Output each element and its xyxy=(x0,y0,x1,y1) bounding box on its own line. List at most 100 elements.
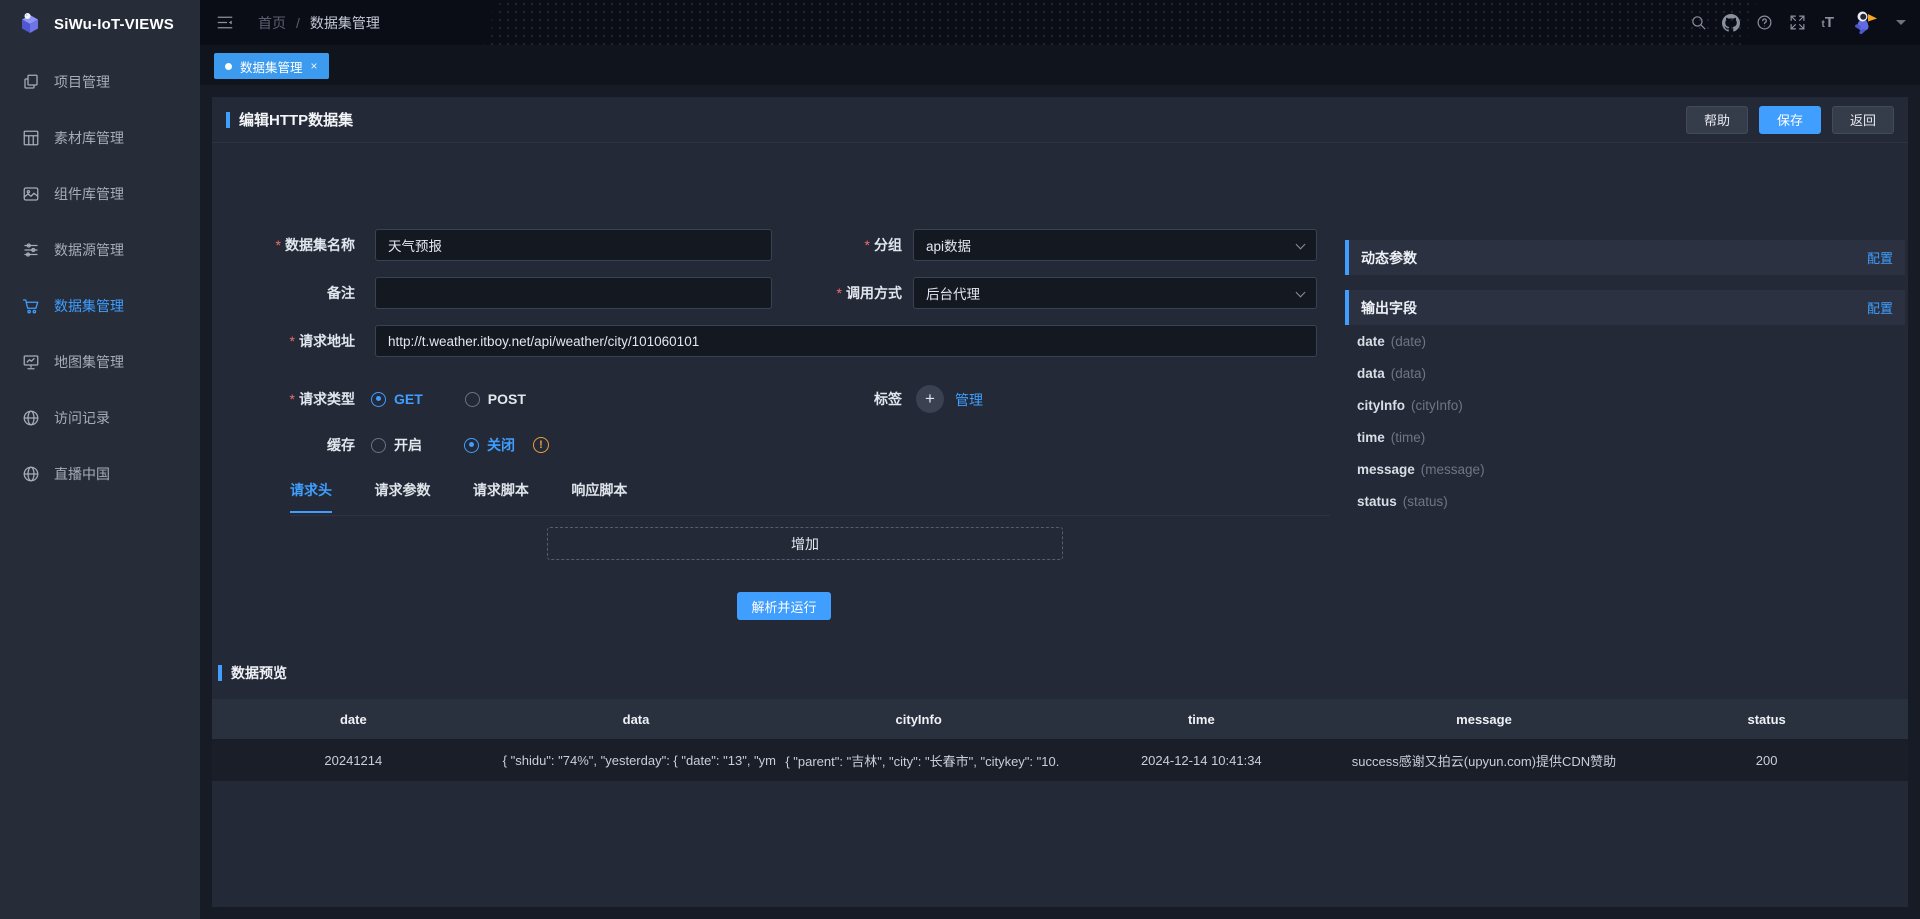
output-field-status: status (status) xyxy=(1357,485,1897,517)
output-fields-header: 输出字段 配置 xyxy=(1345,290,1905,325)
request-subtabs: 请求头 请求参数 请求脚本 响应脚本 xyxy=(290,480,1330,516)
fullscreen-icon[interactable] xyxy=(1788,14,1806,32)
tab-dataset-mgmt[interactable]: 数据集管理 × xyxy=(214,53,329,79)
sidebar-item-label: 组件库管理 xyxy=(54,184,124,204)
group-label: *分组 xyxy=(759,229,902,261)
sidebar-item-component-lib[interactable]: 组件库管理 xyxy=(0,166,200,222)
invoke-mode-label: *调用方式 xyxy=(759,277,902,309)
radio-cache-on[interactable] xyxy=(371,438,386,453)
search-icon[interactable] xyxy=(1689,14,1707,32)
group-select[interactable]: api数据 xyxy=(913,229,1317,261)
form-area: *数据集名称 *分组 api数据 备注 *调用方式 后台代理 xyxy=(212,143,1908,907)
output-field-message: message (message) xyxy=(1357,453,1897,485)
sidebar-item-dataset-mgmt[interactable]: 数据集管理 xyxy=(0,278,200,334)
title-accent-bar xyxy=(218,665,222,681)
cell-data: { "shidu": "74%", "yesterday": { "date":… xyxy=(495,753,778,768)
sidebar-item-live-china[interactable]: 直播中国 xyxy=(0,446,200,502)
remark-input[interactable] xyxy=(375,277,772,309)
sidebar-item-visit-log[interactable]: 访问记录 xyxy=(0,390,200,446)
output-fields-config-link[interactable]: 配置 xyxy=(1867,298,1893,317)
sidebar-item-project-mgmt[interactable]: 项目管理 xyxy=(0,54,200,110)
sidebar-item-material-lib[interactable]: 素材库管理 xyxy=(0,110,200,166)
help-icon[interactable] xyxy=(1755,14,1773,32)
title-accent-bar xyxy=(226,112,230,128)
collapse-sidebar-icon[interactable] xyxy=(216,14,234,32)
save-button[interactable]: 保存 xyxy=(1759,106,1821,134)
breadcrumb-current: 数据集管理 xyxy=(310,13,380,33)
card-header: 编辑HTTP数据集 帮助 保存 返回 xyxy=(212,97,1908,143)
required-asterisk: * xyxy=(290,333,295,349)
active-dot xyxy=(225,63,232,70)
header-actions: tT xyxy=(1689,0,1906,45)
parse-run-button[interactable]: 解析并运行 xyxy=(737,592,831,620)
required-asterisk: * xyxy=(276,237,281,253)
subtab-response-script[interactable]: 响应脚本 xyxy=(571,480,627,511)
radio-cache-off[interactable] xyxy=(464,438,479,453)
col-cityinfo: cityInfo xyxy=(777,712,1060,727)
avatar[interactable] xyxy=(1849,8,1879,38)
radio-get-label[interactable]: GET xyxy=(394,391,423,407)
map-board-icon xyxy=(22,353,40,371)
required-asterisk: * xyxy=(837,285,842,301)
breadcrumb-home[interactable]: 首页 xyxy=(258,13,286,33)
invoke-mode-select[interactable]: 后台代理 xyxy=(913,277,1317,309)
edit-dataset-card: 编辑HTTP数据集 帮助 保存 返回 *数据集名称 *分组 api数据 备注 xyxy=(212,97,1908,907)
main-content: 编辑HTTP数据集 帮助 保存 返回 *数据集名称 *分组 api数据 备注 xyxy=(200,85,1920,919)
add-row-button[interactable]: 增加 xyxy=(547,527,1063,560)
cell-date: 20241214 xyxy=(212,753,495,768)
subtab-request-script[interactable]: 请求脚本 xyxy=(473,480,529,511)
datasource-icon xyxy=(22,241,40,259)
sidebar-item-label: 直播中国 xyxy=(54,464,110,484)
breadcrumb-separator: / xyxy=(296,15,300,31)
dynamic-params-config-link[interactable]: 配置 xyxy=(1867,248,1893,267)
remark-label: 备注 xyxy=(212,277,355,309)
close-icon[interactable]: × xyxy=(311,59,318,73)
invoke-mode-select-value: 后台代理 xyxy=(926,283,980,303)
group-select-value: api数据 xyxy=(926,235,971,255)
globe-icon xyxy=(22,465,40,483)
dataset-name-input[interactable] xyxy=(375,229,772,261)
col-status: status xyxy=(1625,712,1908,727)
warning-icon[interactable]: ! xyxy=(533,437,549,453)
globe-icon xyxy=(22,409,40,427)
request-type-radio-group: GET POST xyxy=(371,383,526,415)
radio-post[interactable] xyxy=(465,392,480,407)
logo-icon xyxy=(16,10,44,38)
app-logo: SiWu-IoT-VIEWS xyxy=(0,0,200,48)
request-url-label: *请求地址 xyxy=(212,325,355,357)
chevron-down-icon[interactable] xyxy=(1896,20,1906,25)
sidebar: SiWu-IoT-VIEWS 项目管理 素材库管理 组件库管理 数据源管理 xyxy=(0,0,200,919)
radio-post-label[interactable]: POST xyxy=(488,391,526,407)
output-field-date: date (date) xyxy=(1357,325,1897,357)
cell-cityinfo: { "parent": "吉林", "city": "长春市", "cityke… xyxy=(777,751,1060,770)
help-button[interactable]: 帮助 xyxy=(1686,106,1748,134)
radio-cache-on-label[interactable]: 开启 xyxy=(394,435,422,455)
add-tag-button[interactable]: + xyxy=(916,385,944,413)
page-title: 编辑HTTP数据集 xyxy=(239,109,353,130)
project-icon xyxy=(22,73,40,91)
material-library-icon xyxy=(22,129,40,147)
dataset-name-label: *数据集名称 xyxy=(212,229,355,261)
header-buttons: 帮助 保存 返回 xyxy=(1686,106,1894,134)
request-url-input[interactable] xyxy=(375,325,1317,357)
dynamic-params-header: 动态参数 配置 xyxy=(1345,240,1905,275)
subtab-request-headers[interactable]: 请求头 xyxy=(290,480,332,513)
radio-get[interactable] xyxy=(371,392,386,407)
preview-table-header: date data cityInfo time message status xyxy=(212,699,1908,739)
chevron-down-icon xyxy=(1296,240,1306,250)
request-type-label: *请求类型 xyxy=(212,383,355,415)
tab-label: 数据集管理 xyxy=(240,57,303,76)
radio-cache-off-label[interactable]: 关闭 xyxy=(487,435,515,455)
cell-time: 2024-12-14 10:41:34 xyxy=(1060,753,1343,768)
app-title: SiWu-IoT-VIEWS xyxy=(54,16,174,33)
sidebar-item-datasource-mgmt[interactable]: 数据源管理 xyxy=(0,222,200,278)
sidebar-item-label: 项目管理 xyxy=(54,72,110,92)
subtab-request-params[interactable]: 请求参数 xyxy=(374,480,430,511)
back-button[interactable]: 返回 xyxy=(1832,106,1894,134)
top-header: 首页 / 数据集管理 tT xyxy=(200,0,1920,45)
sidebar-item-atlas-mgmt[interactable]: 地图集管理 xyxy=(0,334,200,390)
github-icon[interactable] xyxy=(1722,14,1740,32)
output-field-data: data (data) xyxy=(1357,357,1897,389)
manage-tags-link[interactable]: 管理 xyxy=(955,390,983,410)
font-size-icon[interactable]: tT xyxy=(1821,14,1834,31)
